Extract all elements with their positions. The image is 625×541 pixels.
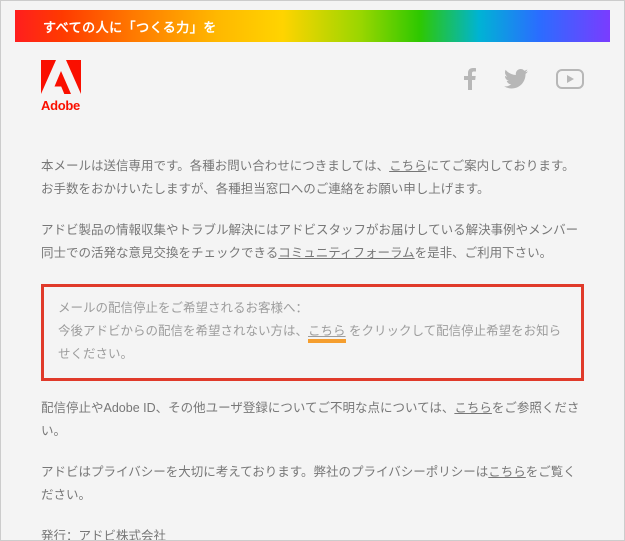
privacy-policy-link[interactable]: こちら [488, 465, 526, 479]
adobe-logo-icon [41, 60, 81, 94]
text: 配信停止やAdobe ID、その他ユーザ登録についてご不明な点については、 [41, 401, 454, 415]
body-content: 本メールは送信専用です。各種お問い合わせにつきましては、こちらにてご案内しており… [1, 113, 624, 541]
unsubscribe-heading: メールの配信停止をご希望されるお客様へ： [58, 297, 567, 320]
community-forum-link[interactable]: コミュニティフォーラム [278, 246, 414, 260]
tagline-banner: すべての人に「つくる力」を [15, 10, 610, 42]
banner-row: すべての人に「つくる力」を [1, 1, 624, 42]
youtube-icon[interactable] [556, 69, 584, 94]
unsubscribe-body: 今後アドビからの配信を希望されない方は、こちら をクリックして配信停止希望をお知… [58, 320, 567, 366]
social-links [464, 68, 584, 95]
twitter-icon[interactable] [504, 69, 528, 94]
contact-link[interactable]: こちら [389, 159, 427, 173]
header: Adobe [1, 42, 624, 113]
tagline-text: すべての人に「つくる力」を [43, 17, 217, 36]
text: アドビはプライバシーを大切に考えております。弊社のプライバシーポリシーは [41, 465, 488, 479]
paragraph-privacy: アドビはプライバシーを大切に考えております。弊社のプライバシーポリシーはこちらを… [41, 461, 584, 507]
adobe-logo-label: Adobe [41, 98, 80, 113]
facebook-icon[interactable] [464, 68, 476, 95]
unsubscribe-box: メールの配信停止をご希望されるお客様へ： 今後アドビからの配信を希望されない方は… [41, 284, 584, 381]
paragraph-adobeid: 配信停止やAdobe ID、その他ユーザ登録についてご不明な点については、こちら… [41, 397, 584, 443]
adobeid-help-link[interactable]: こちら [454, 401, 492, 415]
text: 今後アドビからの配信を希望されない方は、 [58, 324, 308, 338]
issuer-line: 発行：アドビ株式会社 [41, 525, 584, 541]
text: 本メールは送信専用です。各種お問い合わせにつきましては、 [41, 159, 389, 173]
adobe-logo: Adobe [41, 60, 81, 113]
email-container: すべての人に「つくる力」を Adobe 本メールは送信専用です。各 [0, 0, 625, 541]
unsubscribe-link[interactable]: こちら [308, 324, 346, 343]
text: を是非、ご利用下さい。 [415, 246, 553, 260]
paragraph-contact: 本メールは送信専用です。各種お問い合わせにつきましては、こちらにてご案内しており… [41, 155, 584, 201]
paragraph-community: アドビ製品の情報収集やトラブル解決にはアドビスタッフがお届けしている解決事例やメ… [41, 219, 584, 265]
